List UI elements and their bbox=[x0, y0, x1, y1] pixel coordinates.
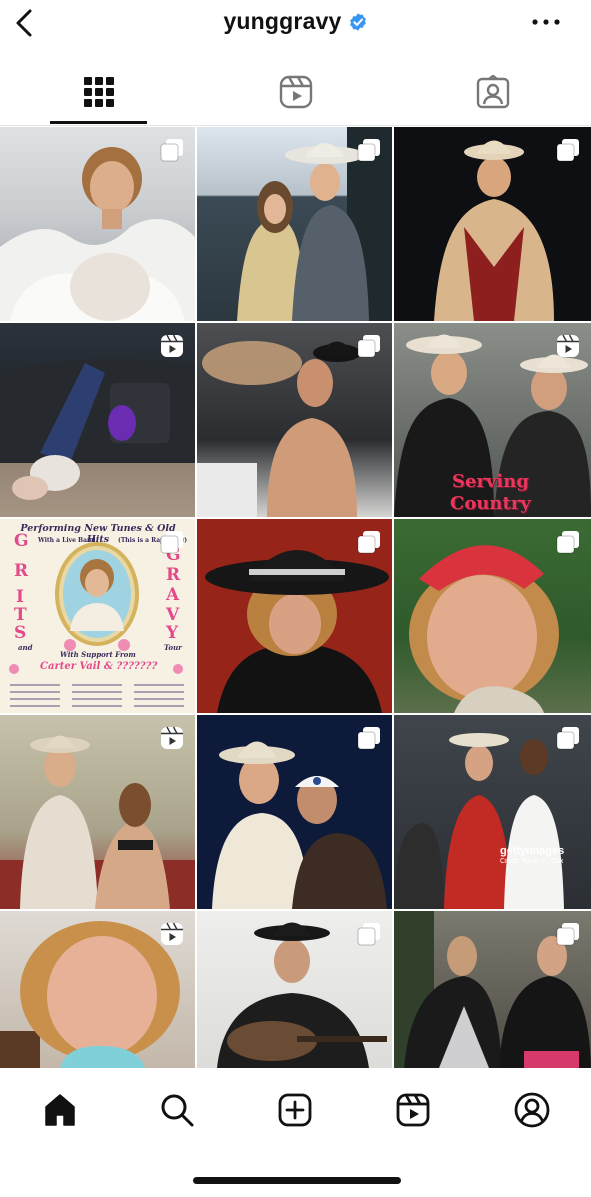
post-tile[interactable] bbox=[0, 323, 195, 517]
create-post-icon bbox=[278, 1093, 312, 1127]
nav-create[interactable] bbox=[273, 1088, 317, 1132]
nav-reels[interactable] bbox=[391, 1088, 435, 1132]
post-tile[interactable]: Performing New Tunes & Old Hits With a L… bbox=[0, 519, 195, 713]
post-tile[interactable] bbox=[0, 715, 195, 909]
poster-support-label: With Support From bbox=[60, 650, 136, 659]
nav-home[interactable] bbox=[38, 1088, 82, 1132]
tab-reels[interactable] bbox=[197, 58, 394, 126]
multiple-photos-icon bbox=[357, 727, 380, 750]
username: yunggravy bbox=[223, 8, 342, 34]
post-tile[interactable] bbox=[394, 911, 591, 1068]
photo-credit: Credit: Kevin C. Cox bbox=[500, 858, 564, 865]
verified-badge-icon bbox=[349, 12, 366, 31]
home-indicator bbox=[193, 1177, 401, 1184]
more-horizontal-icon bbox=[532, 19, 560, 25]
post-tile[interactable] bbox=[394, 519, 591, 713]
post-tile[interactable] bbox=[197, 715, 392, 909]
poster-support-names: Carter Vail & ??????? bbox=[40, 661, 158, 672]
post-tile[interactable]: Serving Country bbox=[394, 323, 591, 517]
multiple-photos-icon bbox=[357, 139, 380, 162]
multiple-photos-icon bbox=[357, 335, 380, 358]
tagged-icon bbox=[476, 75, 509, 109]
post-tile[interactable] bbox=[197, 911, 392, 1068]
profile-header: yunggravy bbox=[0, 0, 591, 48]
post-tile[interactable] bbox=[0, 911, 195, 1068]
profile-title: yunggravy bbox=[0, 8, 591, 35]
post-tile[interactable] bbox=[197, 519, 392, 713]
post-tile[interactable] bbox=[197, 323, 392, 517]
getty-watermark: gettyimages bbox=[500, 845, 565, 857]
multiple-photos-icon bbox=[556, 531, 579, 554]
profile-icon bbox=[514, 1092, 550, 1128]
reel-icon bbox=[161, 922, 183, 945]
multiple-photos-icon bbox=[357, 531, 380, 554]
post-caption-line-2: Country bbox=[450, 493, 531, 514]
post-tile[interactable] bbox=[394, 127, 591, 321]
more-options-button[interactable] bbox=[529, 10, 563, 34]
profile-tabs bbox=[0, 58, 591, 126]
multiple-photos-icon bbox=[160, 139, 183, 162]
multiple-photos-icon bbox=[556, 139, 579, 162]
multiple-photos-icon bbox=[160, 531, 183, 554]
grid-icon bbox=[83, 77, 114, 107]
reels-icon bbox=[396, 1093, 430, 1127]
reel-icon bbox=[161, 334, 183, 357]
home-icon bbox=[45, 1094, 75, 1126]
post-tile[interactable] bbox=[0, 127, 195, 321]
multiple-photos-icon bbox=[556, 727, 579, 750]
nav-search[interactable] bbox=[155, 1088, 199, 1132]
multiple-photos-icon bbox=[556, 923, 579, 946]
tab-tagged[interactable] bbox=[394, 58, 591, 126]
profile-screen: yunggravy Serving Country Performing New… bbox=[0, 0, 591, 1197]
post-tile[interactable] bbox=[197, 127, 392, 321]
reel-icon bbox=[557, 334, 579, 357]
reel-icon bbox=[161, 726, 183, 749]
tab-posts[interactable] bbox=[0, 58, 197, 126]
tab-selected-indicator bbox=[50, 121, 147, 124]
bottom-navigation bbox=[0, 1070, 591, 1150]
posts-grid: Serving Country Performing New Tunes & O… bbox=[0, 127, 591, 1070]
post-tile[interactable]: gettyimages Credit: Kevin C. Cox bbox=[394, 715, 591, 909]
post-caption-line-1: Serving bbox=[452, 471, 529, 492]
multiple-photos-icon bbox=[357, 923, 380, 946]
reels-icon bbox=[279, 75, 312, 109]
search-icon bbox=[161, 1094, 194, 1127]
nav-profile[interactable] bbox=[510, 1088, 554, 1132]
